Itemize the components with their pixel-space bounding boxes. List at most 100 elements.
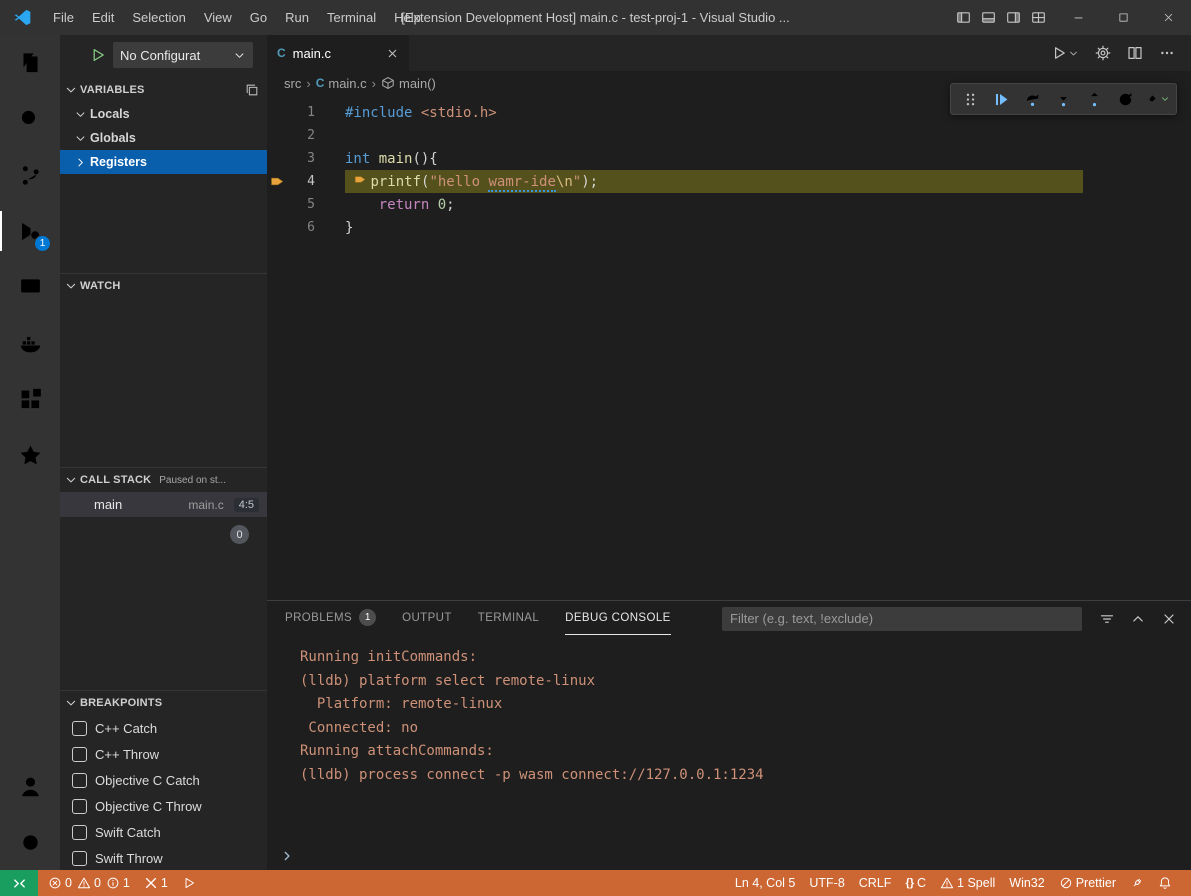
layout-sidebar-left-button[interactable] [956, 10, 971, 25]
breakpoint-checkbox[interactable] [72, 773, 87, 788]
step-out-button[interactable] [1080, 86, 1109, 112]
status-spell[interactable]: 1 Spell [933, 870, 1002, 896]
variables-item-locals[interactable]: Locals [60, 102, 267, 126]
variables-item-registers[interactable]: Registers [60, 150, 267, 174]
activity-settings[interactable] [0, 814, 60, 870]
step-over-button[interactable] [1018, 86, 1047, 112]
step-into-button[interactable] [1049, 86, 1078, 112]
breakpoint-checkbox[interactable] [72, 825, 87, 840]
console-lines-icon[interactable] [1099, 611, 1115, 627]
debug-config-dropdown[interactable]: No Configurat [113, 42, 253, 68]
menu-file[interactable]: File [44, 0, 83, 35]
code-line-2[interactable]: 2 [267, 124, 1191, 147]
status-problems[interactable]: 001 [41, 870, 137, 896]
status-encoding[interactable]: UTF-8 [802, 870, 851, 896]
code-line-6[interactable]: 6} [267, 216, 1191, 239]
menu-selection[interactable]: Selection [123, 0, 194, 35]
status-debug-start[interactable] [175, 870, 203, 896]
layout-grid-button[interactable] [1031, 10, 1046, 25]
status-prettier[interactable]: Prettier [1052, 870, 1123, 896]
run-menu-button[interactable] [1051, 45, 1079, 61]
activity-extensions[interactable] [0, 371, 60, 427]
line-number: 3 [307, 151, 315, 166]
code-line-3[interactable]: 3int main(){ [267, 147, 1191, 170]
line-gutter[interactable]: 6 [267, 220, 315, 235]
console-input-chevron-icon[interactable] [280, 849, 294, 863]
status-platform[interactable]: Win32 [1002, 870, 1051, 896]
inline-breakpoint-icon[interactable] [354, 173, 367, 186]
breakpoints-header[interactable]: BREAKPOINTS [60, 691, 267, 715]
breakpoint-swift-catch[interactable]: Swift Catch [60, 819, 267, 845]
menu-terminal[interactable]: Terminal [318, 0, 385, 35]
call-stack-header[interactable]: CALL STACK Paused on st... [60, 468, 267, 492]
tab-main-c[interactable]: C main.c [267, 35, 409, 71]
menu-view[interactable]: View [195, 0, 241, 35]
activity-remote-explorer[interactable] [0, 259, 60, 315]
close-panel-icon[interactable] [1161, 611, 1177, 627]
code-line-5[interactable]: 5 return 0; [267, 193, 1191, 216]
maximize-panel-icon[interactable] [1130, 611, 1146, 627]
debug-start-icon[interactable] [90, 47, 106, 63]
code-line-4[interactable]: 4 printf("hello wamr-ide\n"); [267, 170, 1191, 193]
line-gutter[interactable]: 3 [267, 151, 315, 166]
breakpoint-checkbox[interactable] [72, 721, 87, 736]
status-eol[interactable]: CRLF [852, 870, 899, 896]
split-editor-button[interactable] [1127, 45, 1143, 61]
call-stack-frame[interactable]: main main.c 4:5 [60, 492, 267, 517]
variables-section: VARIABLES LocalsGlobalsRegisters [60, 78, 267, 273]
breakpoint-checkbox[interactable] [72, 799, 87, 814]
activity-search[interactable] [0, 91, 60, 147]
activity-docker[interactable] [0, 315, 60, 371]
maximize-button[interactable] [1101, 0, 1146, 35]
close-tab-icon[interactable] [386, 47, 399, 60]
breakpoint-c-throw[interactable]: C++ Throw [60, 741, 267, 767]
status-cursor-position[interactable]: Ln 4, Col 5 [728, 870, 802, 896]
activity-accounts[interactable] [0, 758, 60, 814]
line-gutter[interactable]: 2 [267, 128, 315, 143]
panel-tab-debug-console[interactable]: DEBUG CONSOLE [565, 601, 671, 635]
breakpoint-c-catch[interactable]: C++ Catch [60, 715, 267, 741]
breakpoint-objective-c-throw[interactable]: Objective C Throw [60, 793, 267, 819]
panel-tab-output[interactable]: OUTPUT [402, 601, 452, 635]
code-area[interactable]: 1#include <stdio.h>23int main(){4 printf… [267, 95, 1191, 239]
panel-tab-terminal[interactable]: TERMINAL [478, 601, 539, 635]
continue-button[interactable] [987, 86, 1016, 112]
restart-button[interactable] [1111, 86, 1140, 112]
line-gutter[interactable]: 5 [267, 197, 315, 212]
menu-run[interactable]: Run [276, 0, 318, 35]
configure-button[interactable] [1095, 45, 1111, 61]
activity-explorer[interactable] [0, 35, 60, 91]
breakpoint-checkbox[interactable] [72, 747, 87, 762]
status-notifications[interactable] [1151, 870, 1179, 896]
close-window-button[interactable] [1146, 0, 1191, 35]
breakpoint-checkbox[interactable] [72, 851, 87, 866]
layout-panel-button[interactable] [981, 10, 996, 25]
variables-header[interactable]: VARIABLES [60, 78, 267, 102]
current-line-breakpoint-icon[interactable] [270, 174, 285, 189]
menu-go[interactable]: Go [241, 0, 276, 35]
status-language-mode[interactable]: {}C [898, 870, 933, 896]
drag-handle-button[interactable] [956, 86, 985, 112]
variables-item-globals[interactable]: Globals [60, 126, 267, 150]
watch-header[interactable]: WATCH [60, 274, 267, 298]
console-filter-input[interactable] [722, 607, 1082, 631]
minimize-button[interactable] [1056, 0, 1101, 35]
more-actions-button[interactable] [1159, 45, 1175, 61]
panel-tab-problems[interactable]: PROBLEMS1 [285, 601, 376, 635]
collapse-all-icon[interactable] [245, 83, 259, 97]
breakpoint-swift-throw[interactable]: Swift Throw [60, 845, 267, 870]
activity-run-and-debug[interactable]: 1 [0, 203, 60, 259]
disconnect-button[interactable] [1142, 86, 1171, 112]
activity-source-control[interactable] [0, 147, 60, 203]
breakpoint-objective-c-catch[interactable]: Objective C Catch [60, 767, 267, 793]
menu-edit[interactable]: Edit [83, 0, 123, 35]
breadcrumb-main-c[interactable]: Cmain.c [316, 76, 367, 91]
status-extra[interactable] [1123, 870, 1151, 896]
line-gutter[interactable]: 1 [267, 105, 315, 120]
layout-sidebar-right-button[interactable] [1006, 10, 1021, 25]
activity-wamr-star[interactable] [0, 427, 60, 483]
breadcrumb-src[interactable]: src [284, 76, 301, 91]
remote-indicator[interactable] [0, 870, 38, 896]
status-tasks[interactable]: 1 [137, 870, 175, 896]
breadcrumb-main[interactable]: main() [381, 76, 436, 91]
